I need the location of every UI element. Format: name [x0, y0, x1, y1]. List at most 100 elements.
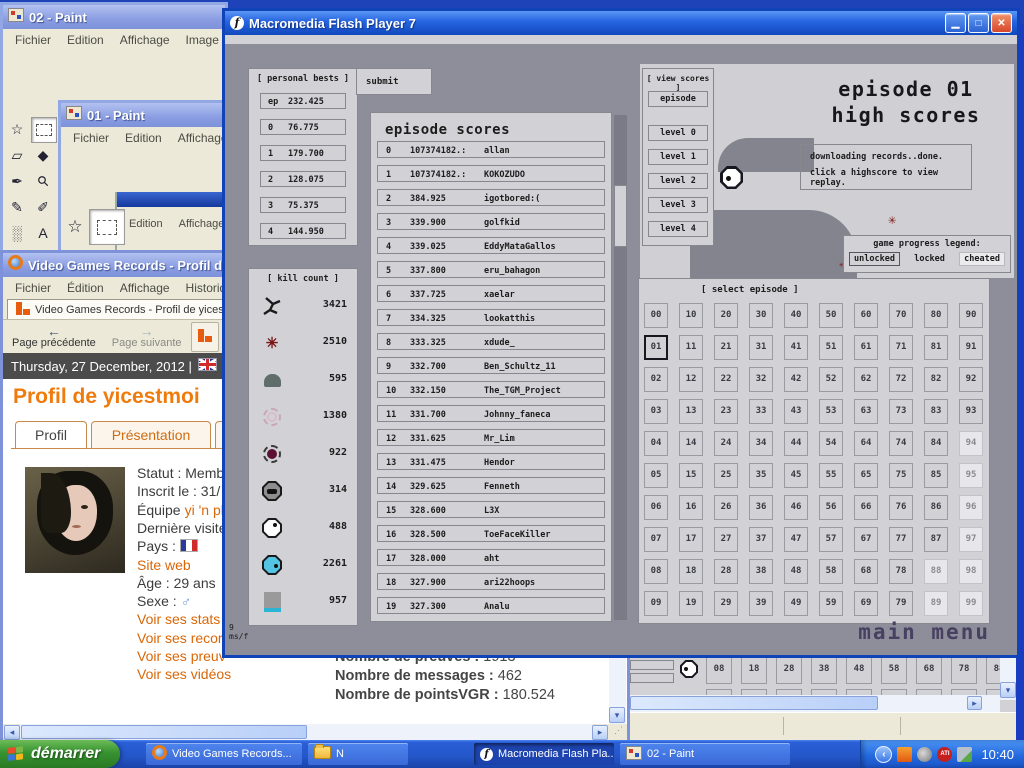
view-scores-button-level-0[interactable]: level 0	[648, 125, 708, 141]
episode-cell-44[interactable]: 44	[784, 431, 808, 456]
episode-cell-74[interactable]: 74	[889, 431, 913, 456]
episode-cell-11[interactable]: 11	[679, 335, 703, 360]
episode-cell-18[interactable]: 18	[679, 559, 703, 584]
episode-cell-91[interactable]: 91	[959, 335, 983, 360]
episode-cell-66[interactable]: 66	[854, 495, 878, 520]
eraser-icon[interactable]: ▱	[5, 143, 29, 167]
episode-cell-31[interactable]: 31	[749, 335, 773, 360]
highscore-row[interactable]: 15328.600L3X	[377, 501, 605, 518]
episode-cell-85[interactable]: 85	[924, 463, 948, 488]
star-select-icon[interactable]: ☆	[5, 117, 29, 141]
highscore-row[interactable]: 5337.800eru_bahagon	[377, 261, 605, 278]
episode-cell-65[interactable]: 65	[854, 463, 878, 488]
forward-button[interactable]: → Page suivante	[105, 320, 189, 353]
episode-cell-03[interactable]: 03	[644, 399, 668, 424]
episode-cell-45[interactable]: 45	[784, 463, 808, 488]
tray-flash-icon[interactable]	[897, 747, 912, 762]
highscore-row[interactable]: 19327.300Analu	[377, 597, 605, 614]
episode-cell-58[interactable]: 58	[881, 657, 907, 684]
episode-cell-76[interactable]: 76	[889, 495, 913, 520]
episode-cell-61[interactable]: 61	[854, 335, 878, 360]
menu-item[interactable]: Image	[178, 31, 225, 49]
episode-cell-43[interactable]: 43	[784, 399, 808, 424]
maximize-button[interactable]: □	[968, 13, 989, 33]
episode-cell-98[interactable]: 98	[959, 559, 983, 584]
taskbar-button-flash[interactable]: fMacromedia Flash Pla...	[474, 743, 614, 765]
episode-cell-49[interactable]: 49	[784, 591, 808, 616]
episode-cell-71[interactable]: 71	[889, 335, 913, 360]
episode-cell-68[interactable]: 68	[916, 657, 942, 684]
view-scores-button-level-4[interactable]: level 4	[648, 221, 708, 237]
episode-cell-77[interactable]: 77	[889, 527, 913, 552]
episode-cell-68[interactable]: 68	[854, 559, 878, 584]
episode-cell-32[interactable]: 32	[749, 367, 773, 392]
episode-cell-41[interactable]: 41	[784, 335, 808, 360]
episode-cell-87[interactable]: 87	[924, 527, 948, 552]
highscore-row[interactable]: 3339.900golfkid	[377, 213, 605, 230]
episode-cell-75[interactable]: 75	[889, 463, 913, 488]
title-bar[interactable]: 02 - Paint	[3, 5, 225, 29]
episode-cell-00[interactable]: 00	[644, 303, 668, 328]
main-menu-button[interactable]: main menu	[820, 620, 990, 644]
star-select-icon[interactable]: ☆	[63, 215, 87, 239]
episode-cell-55[interactable]: 55	[819, 463, 843, 488]
highscore-row[interactable]: 0107374182.:allan	[377, 141, 605, 158]
resize-grip[interactable]: ⋰	[610, 725, 627, 740]
highscore-row[interactable]: 12331.625Mr_Lim	[377, 429, 605, 446]
highscore-row[interactable]: 11331.700Johnny_faneca	[377, 405, 605, 422]
episode-cell-05[interactable]: 05	[644, 463, 668, 488]
episode-cell-10[interactable]: 10	[679, 303, 703, 328]
episode-cell-47[interactable]: 47	[784, 527, 808, 552]
episode-cell-29[interactable]: 29	[714, 591, 738, 616]
episode-cell-94[interactable]: 94	[959, 431, 983, 456]
episode-cell-04[interactable]: 04	[644, 431, 668, 456]
profile-link[interactable]: Voir ses vidéos	[137, 666, 231, 682]
pencil-icon[interactable]: ✎	[5, 195, 29, 219]
highscore-row[interactable]: 18327.900ari22hoops	[377, 573, 605, 590]
highscore-row[interactable]: 7334.325lookatthis	[377, 309, 605, 326]
highscore-row[interactable]: 6337.725xaelar	[377, 285, 605, 302]
episode-cell-89[interactable]: 89	[924, 591, 948, 616]
scroll-right-button[interactable]: ▸	[592, 725, 608, 740]
episode-cell-18[interactable]: 18	[741, 657, 767, 684]
episode-cell-38[interactable]: 38	[811, 657, 837, 684]
taskbar-button-firefox[interactable]: Video Games Records...	[146, 743, 302, 765]
episode-cell-69[interactable]: 69	[854, 591, 878, 616]
episode-cell-28[interactable]: 28	[776, 657, 802, 684]
episode-cell-09[interactable]: 09	[644, 591, 668, 616]
menu-item[interactable]: Édition	[59, 279, 112, 297]
background-scroll-right-button[interactable]: ▸	[967, 696, 982, 710]
episode-cell-30[interactable]: 30	[749, 303, 773, 328]
profile-link[interactable]: Voir ses preuv	[137, 648, 226, 664]
episode-cell-38[interactable]: 38	[749, 559, 773, 584]
episode-cell-35[interactable]: 35	[749, 463, 773, 488]
episode-cell-60[interactable]: 60	[854, 303, 878, 328]
episode-cell-64[interactable]: 64	[854, 431, 878, 456]
episode-cell-83[interactable]: 83	[924, 399, 948, 424]
scroll-down-button[interactable]: ▾	[609, 707, 625, 723]
episode-cell-92[interactable]: 92	[959, 367, 983, 392]
text-icon[interactable]: A	[31, 221, 55, 245]
highscore-row[interactable]: 9332.700Ben_Schultz_11	[377, 357, 605, 374]
minimize-button[interactable]: ▁	[945, 13, 966, 33]
episode-cell-27[interactable]: 27	[714, 527, 738, 552]
highscore-row[interactable]: 17328.000aht	[377, 549, 605, 566]
episode-cell-97[interactable]: 97	[959, 527, 983, 552]
back-button[interactable]: ← Page précédente	[5, 320, 103, 353]
episode-cell-40[interactable]: 40	[784, 303, 808, 328]
episode-cell-84[interactable]: 84	[924, 431, 948, 456]
episode-cell-96[interactable]: 96	[959, 495, 983, 520]
title-bar[interactable]: f Macromedia Flash Player 7 ▁ □ ✕	[225, 11, 1017, 35]
episode-cell-39[interactable]: 39	[749, 591, 773, 616]
scores-scroll-thumb[interactable]	[614, 185, 627, 247]
submit-tab[interactable]: submit	[356, 68, 432, 95]
highscore-row[interactable]: 4339.025EddyMataGallos	[377, 237, 605, 254]
episode-cell-08[interactable]: 08	[644, 559, 668, 584]
start-button[interactable]: démarrer	[0, 740, 120, 768]
menu-item[interactable]: Affichage	[112, 31, 178, 49]
profile-link[interactable]: Site web	[137, 557, 191, 573]
menu-item[interactable]: Affichage	[170, 129, 225, 147]
scores-scrollbar[interactable]	[614, 115, 627, 620]
tray-chevron-icon[interactable]: ‹	[875, 746, 892, 763]
view-scores-button-level-2[interactable]: level 2	[648, 173, 708, 189]
